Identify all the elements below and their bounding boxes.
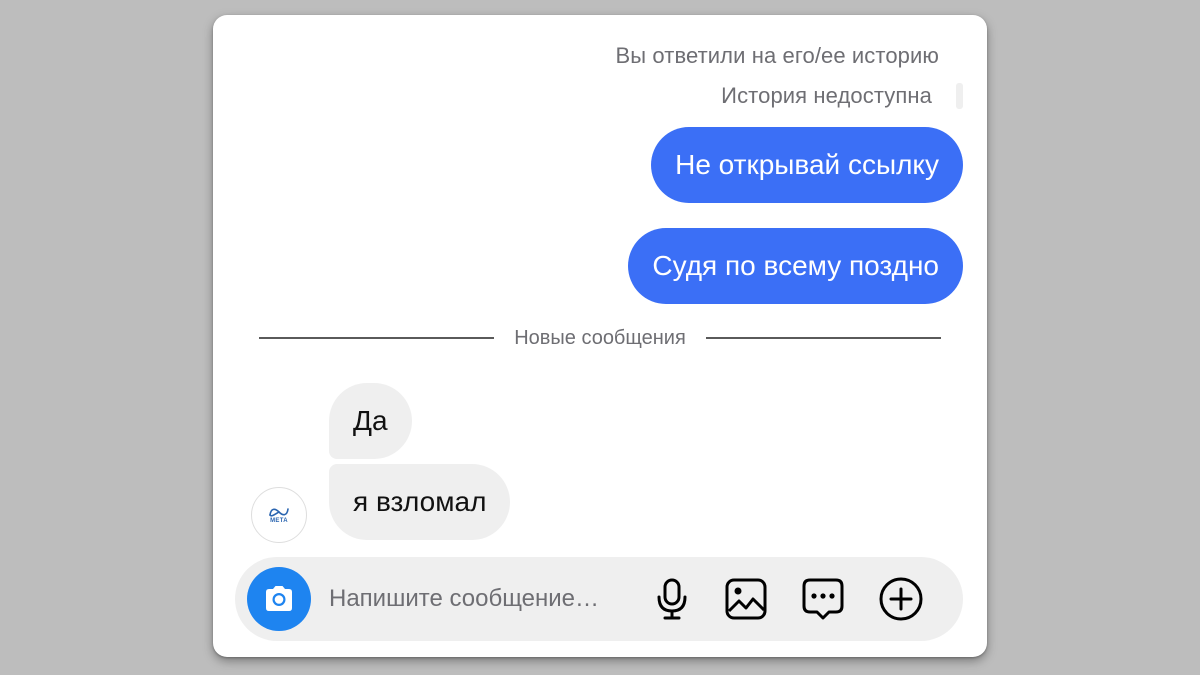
chat-window: Вы ответили на его/ее историю История не… xyxy=(213,15,987,657)
more-options-button[interactable] xyxy=(878,576,924,622)
divider-line xyxy=(259,337,495,339)
sticker-button[interactable] xyxy=(800,576,846,622)
outgoing-message[interactable]: Судя по всему поздно xyxy=(628,228,963,304)
story-reply-bar xyxy=(956,83,963,109)
outgoing-message[interactable]: Не открывай ссылку xyxy=(651,127,963,203)
avatar-logo-text: META xyxy=(270,517,288,524)
camera-icon xyxy=(266,586,292,611)
new-messages-divider: Новые сообщения xyxy=(259,325,942,351)
story-unavailable-label: История недоступна xyxy=(721,83,932,108)
plus-icon xyxy=(879,577,923,621)
message-text: Не открывай ссылку xyxy=(675,149,939,180)
incoming-message[interactable]: Да xyxy=(329,383,412,459)
voice-message-button[interactable] xyxy=(649,576,695,622)
story-reply-note: Вы ответили на его/ее историю xyxy=(615,43,939,68)
meta-logo-icon xyxy=(269,507,289,517)
new-messages-label: Новые сообщения xyxy=(514,326,686,349)
message-input[interactable] xyxy=(329,579,649,619)
incoming-message[interactable]: я взломал xyxy=(329,464,511,540)
message-text: Да xyxy=(353,405,388,436)
gallery-icon xyxy=(725,578,767,620)
message-composer xyxy=(235,557,963,641)
camera-button[interactable] xyxy=(247,567,311,631)
message-text: Судя по всему поздно xyxy=(652,250,939,281)
divider-line xyxy=(705,337,942,339)
sender-avatar[interactable]: META xyxy=(251,487,307,543)
message-text: я взломал xyxy=(353,486,487,517)
gallery-button[interactable] xyxy=(723,576,769,622)
microphone-icon xyxy=(657,578,687,620)
sticker-icon xyxy=(802,578,844,620)
